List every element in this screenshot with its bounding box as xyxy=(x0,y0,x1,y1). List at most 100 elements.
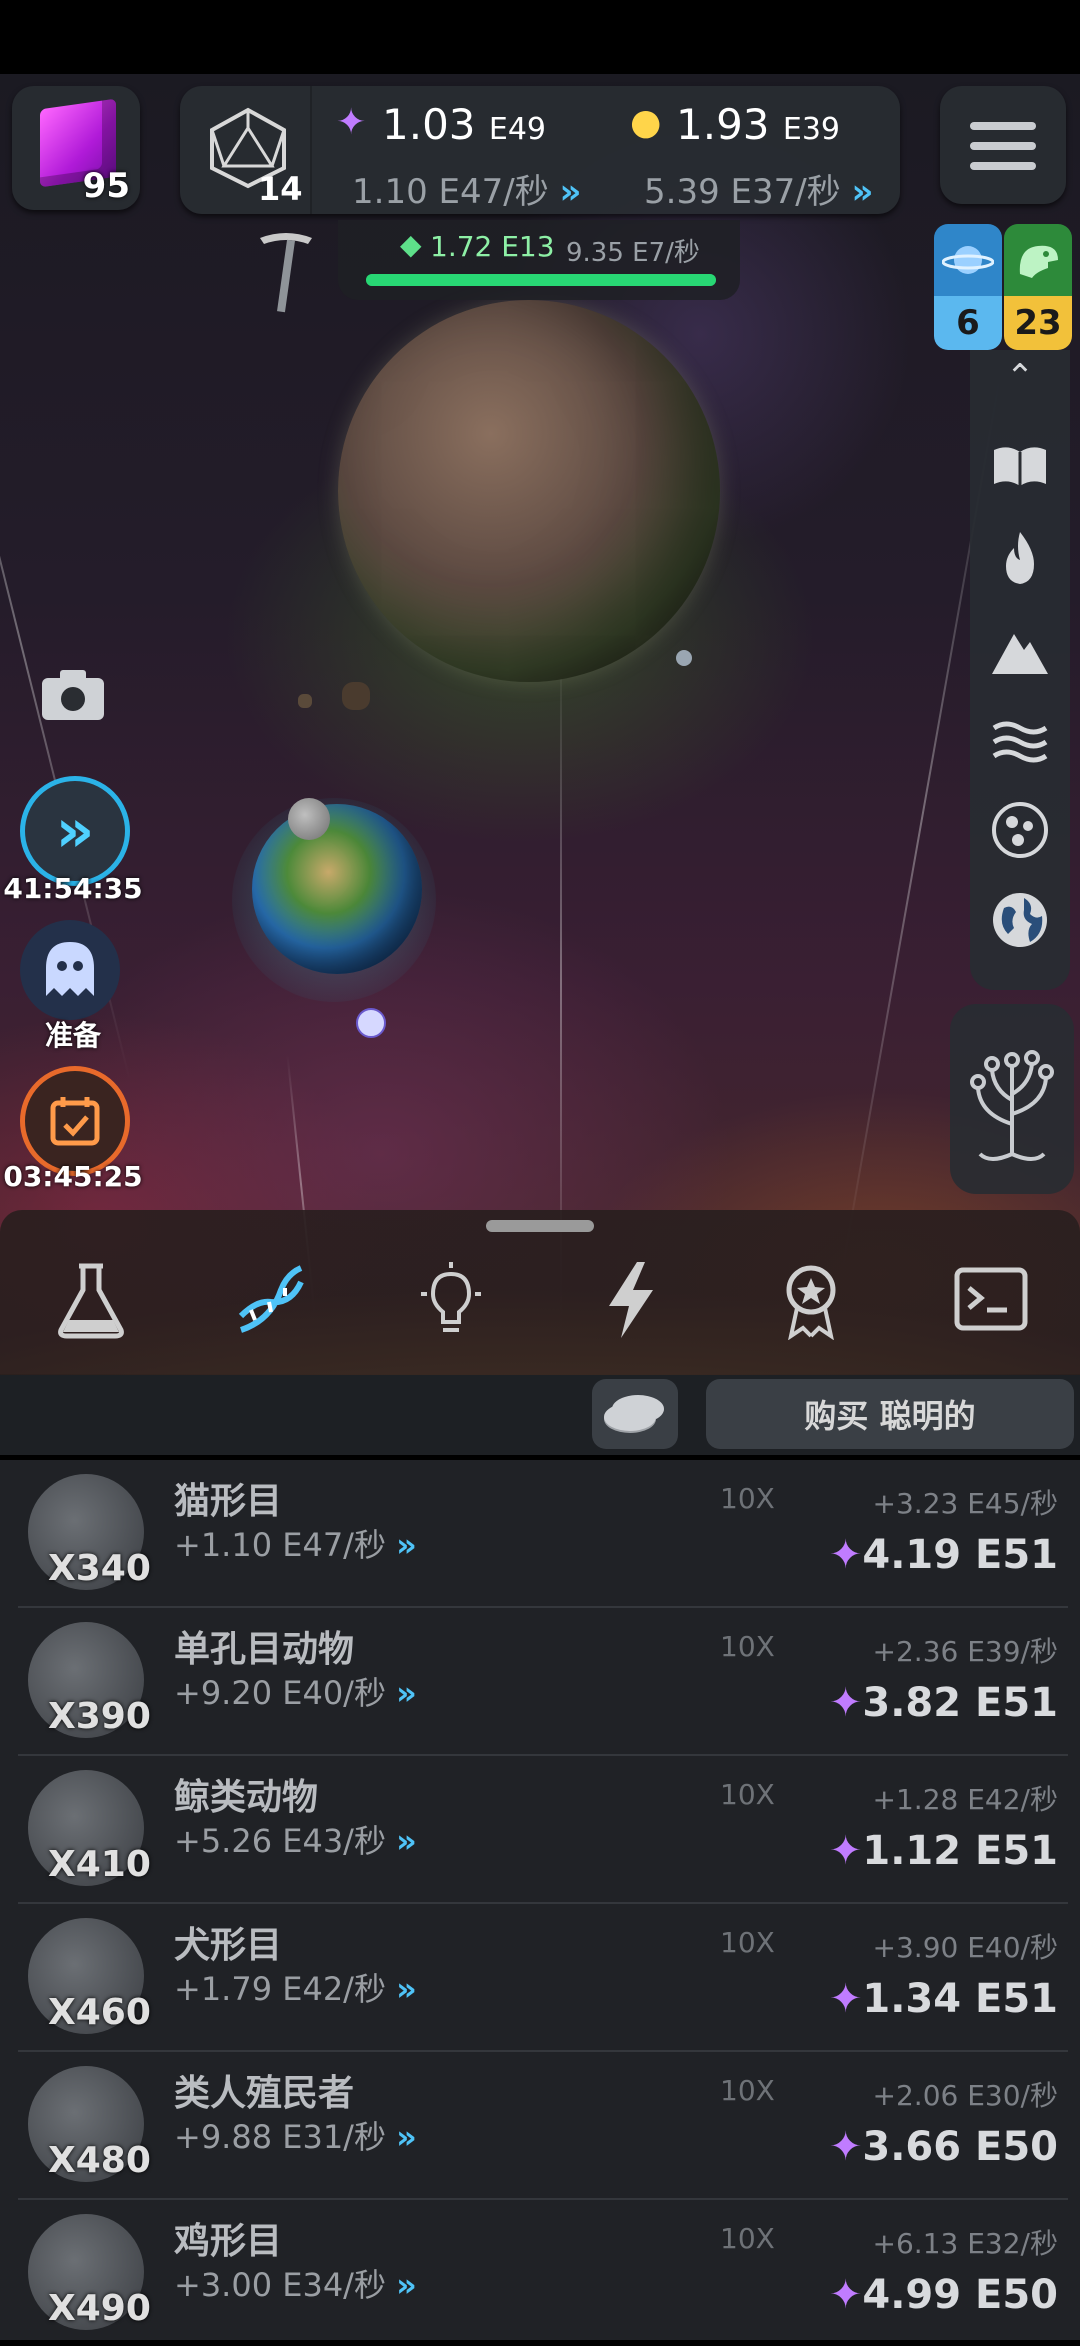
fairy-icon: ✦ xyxy=(828,1680,863,1726)
era-sidebar: ⌃ xyxy=(970,350,1070,990)
gem-progress-bar xyxy=(366,274,716,286)
collapse-chevron-icon[interactable]: ⌃ xyxy=(990,360,1050,422)
dinosaur-icon xyxy=(1004,224,1072,296)
item-cost[interactable]: ✦3.66 E50 xyxy=(829,2124,1058,2170)
buy-bar: 购买 聪明的 xyxy=(0,1375,1080,1455)
resource2-rate: 5.39 E37/秒 » xyxy=(644,172,874,212)
hamburger-line xyxy=(970,142,1036,150)
large-planet[interactable] xyxy=(338,300,720,682)
lightbulb-icon: ● xyxy=(630,102,662,143)
ghost-button[interactable]: 准备 xyxy=(0,920,146,1052)
fairy-icon: ✦ xyxy=(828,1828,863,1874)
list-item[interactable]: X410 鲸类动物 +5.26 E43/秒 » 10X +1.28 E42/秒 … xyxy=(18,1756,1068,1904)
item-count: X460 xyxy=(48,1992,151,2033)
calendar-button[interactable]: 03:45:25 xyxy=(0,1066,146,1196)
divider xyxy=(310,86,312,214)
item-multiplier: 10X xyxy=(720,2074,775,2107)
double-chevron-icon: » xyxy=(559,172,582,212)
double-chevron-icon: » xyxy=(396,1822,417,1860)
tab-lightning[interactable] xyxy=(586,1260,676,1350)
item-income: +9.88 E31/秒 » xyxy=(174,2118,417,2156)
asteroid xyxy=(298,694,312,708)
flask-icon xyxy=(58,1263,124,1339)
level-number: 14 xyxy=(258,170,303,208)
double-chevron-icon: » xyxy=(396,2266,417,2304)
item-name: 鸡形目 xyxy=(174,2221,283,2262)
gem-value: 1.72 E13 xyxy=(430,230,555,263)
tab-flask[interactable] xyxy=(46,1260,136,1350)
coins-icon xyxy=(604,1395,664,1433)
gem-progress-fill xyxy=(366,274,716,286)
item-name: 鲸类动物 xyxy=(174,1777,319,1818)
item-name: 类人殖民者 xyxy=(174,2073,355,2114)
asteroid xyxy=(342,682,370,710)
terminal-icon xyxy=(954,1267,1028,1331)
menu-button[interactable] xyxy=(940,86,1066,204)
tree-icon xyxy=(970,1050,1054,1161)
item-gain: +2.06 E30/秒 xyxy=(872,2079,1058,2112)
boost-circle: » xyxy=(20,776,130,886)
list-item[interactable]: X340 猫形目 +1.10 E47/秒 » 10X +3.23 E45/秒 ✦… xyxy=(18,1460,1068,1608)
item-multiplier: 10X xyxy=(720,1630,775,1663)
planets-count: 6 xyxy=(934,296,1002,350)
pickaxe-icon[interactable] xyxy=(256,228,316,318)
item-name: 猫形目 xyxy=(174,1481,283,1522)
lightning-icon xyxy=(609,1262,653,1338)
item-income: +1.10 E47/秒 » xyxy=(174,1526,417,1564)
fairy-icon: ✦ xyxy=(828,2272,863,2318)
tab-award[interactable] xyxy=(766,1260,856,1350)
calendar-icon xyxy=(50,1097,100,1146)
tab-lightbulb[interactable] xyxy=(406,1260,496,1350)
resource1-value: 1.03 E49 xyxy=(382,100,547,149)
item-gain: +6.13 E32/秒 xyxy=(872,2227,1058,2260)
item-multiplier: 10X xyxy=(720,1482,775,1515)
list-item[interactable]: X480 类人殖民者 +9.88 E31/秒 » 10X +2.06 E30/秒… xyxy=(18,2052,1068,2200)
list-item[interactable]: X390 单孔目动物 +9.20 E40/秒 » 10X +2.36 E39/秒… xyxy=(18,1608,1068,1756)
tab-terminal[interactable] xyxy=(946,1260,1036,1350)
item-cost[interactable]: ✦4.19 E51 xyxy=(829,1532,1058,1578)
item-income: +5.26 E43/秒 » xyxy=(174,1822,417,1860)
cube-currency[interactable]: 95 xyxy=(12,86,140,210)
skill-tree-button[interactable] xyxy=(950,1004,1074,1194)
globe-icon[interactable] xyxy=(990,890,1050,950)
list-item[interactable]: X490 鸡形目 +3.00 E34/秒 » 10X +6.13 E32/秒 ✦… xyxy=(18,2200,1068,2346)
hamburger-icon xyxy=(970,122,1036,130)
saturn-icon xyxy=(934,224,1002,296)
gem-icon: ◆ xyxy=(400,228,422,261)
tab-dna[interactable] xyxy=(226,1260,316,1350)
item-cost[interactable]: ✦1.34 E51 xyxy=(829,1976,1058,2022)
resource2-value: 1.93 E39 xyxy=(676,100,841,149)
item-cost[interactable]: ✦1.12 E51 xyxy=(829,1828,1058,1874)
item-multiplier: 10X xyxy=(720,1926,775,1959)
waves-icon[interactable] xyxy=(990,710,1050,770)
boost-button[interactable]: » 41:54:35 xyxy=(0,776,146,906)
item-gain: +1.28 E42/秒 xyxy=(872,1783,1058,1816)
fire-icon[interactable] xyxy=(990,528,1050,588)
camera-button[interactable] xyxy=(38,664,108,724)
list-item[interactable]: X460 犬形目 +1.79 E42/秒 » 10X +3.90 E40/秒 ✦… xyxy=(18,1904,1068,2052)
fairy-icon: ✦ xyxy=(828,1532,863,1578)
coin-toggle-button[interactable] xyxy=(592,1379,678,1449)
earth-planet[interactable] xyxy=(252,804,422,974)
satellite-icon xyxy=(356,1008,386,1038)
item-count: X480 xyxy=(48,2140,151,2181)
double-chevron-icon: » xyxy=(851,172,874,212)
gem-bar: ◆ 1.72 E13 9.35 E7/秒 xyxy=(338,220,740,300)
dino-counter[interactable]: 23 xyxy=(1004,224,1072,350)
book-icon[interactable] xyxy=(990,436,1050,496)
cells-icon[interactable] xyxy=(990,800,1050,860)
item-list: X340 猫形目 +1.10 E47/秒 » 10X +3.23 E45/秒 ✦… xyxy=(0,1460,1080,2340)
resource-panel[interactable]: 14 ✦ 1.03 E49 1.10 E47/秒 » ● 1.93 E39 5.… xyxy=(180,86,900,214)
item-count: X410 xyxy=(48,1844,151,1885)
item-count: X340 xyxy=(48,1548,151,1589)
item-cost[interactable]: ✦3.82 E51 xyxy=(829,1680,1058,1726)
mountain-icon[interactable] xyxy=(990,620,1050,680)
double-chevron-icon: » xyxy=(396,1526,417,1564)
planets-counter[interactable]: 6 xyxy=(934,224,1002,350)
cube-count: 95 xyxy=(82,166,130,206)
buy-mode-button[interactable]: 购买 聪明的 xyxy=(706,1379,1074,1449)
item-cost[interactable]: ✦4.99 E50 xyxy=(829,2272,1058,2318)
fairy-icon: ✦ xyxy=(828,1976,863,2022)
drag-handle[interactable] xyxy=(486,1220,594,1232)
small-moon xyxy=(676,650,692,666)
